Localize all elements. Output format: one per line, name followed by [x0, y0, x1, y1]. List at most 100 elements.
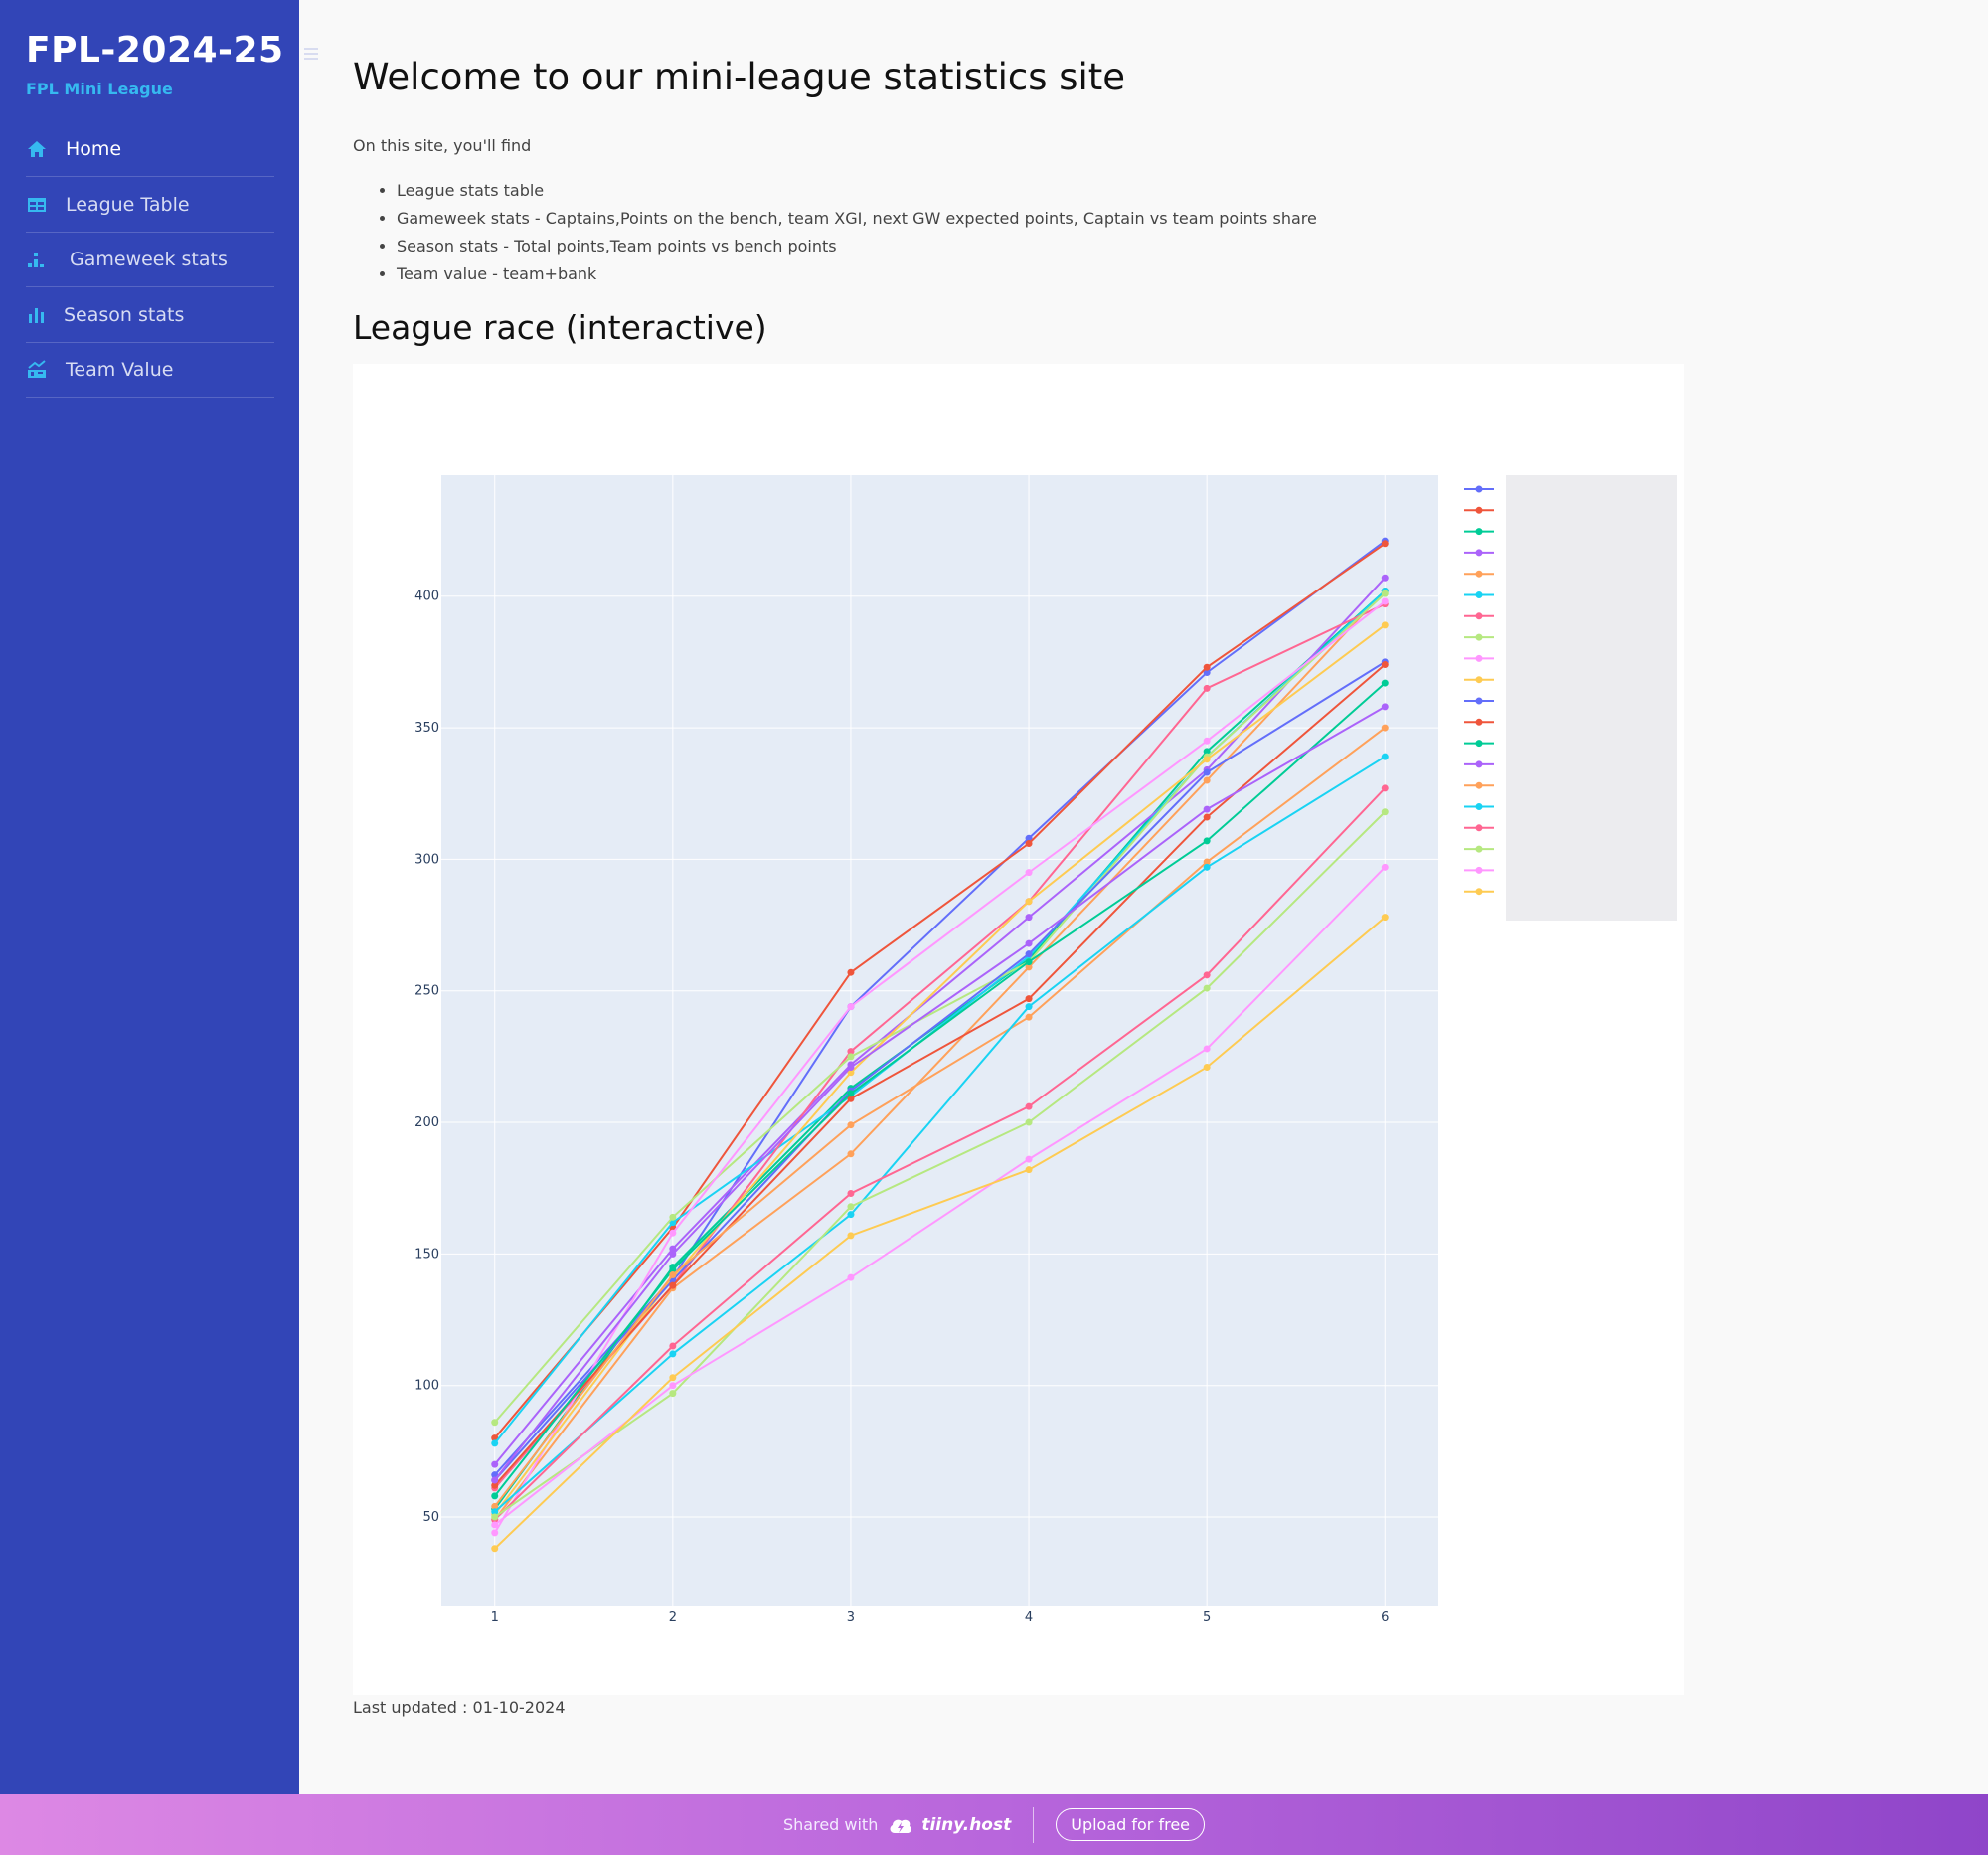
data-point[interactable] [1025, 1155, 1033, 1163]
legend-item[interactable] [1464, 781, 1494, 789]
data-point[interactable] [1203, 737, 1211, 745]
data-point[interactable] [669, 1213, 677, 1221]
data-point[interactable] [1203, 971, 1211, 979]
data-point[interactable] [1381, 784, 1389, 792]
data-point[interactable] [491, 1492, 499, 1500]
data-point[interactable] [847, 1003, 855, 1011]
data-point[interactable] [1381, 863, 1389, 871]
legend-item[interactable] [1464, 633, 1494, 641]
data-point[interactable] [1025, 950, 1033, 958]
data-point[interactable] [491, 1476, 499, 1484]
legend-item[interactable] [1464, 803, 1494, 810]
data-point[interactable] [1025, 995, 1033, 1003]
data-point[interactable] [1025, 869, 1033, 877]
legend-item[interactable] [1464, 824, 1494, 832]
data-point[interactable] [1381, 540, 1389, 548]
data-point[interactable] [1025, 1102, 1033, 1110]
data-point[interactable] [669, 1271, 677, 1279]
data-point[interactable] [1203, 1045, 1211, 1053]
data-point[interactable] [1025, 1013, 1033, 1021]
data-point[interactable] [1381, 724, 1389, 732]
data-point[interactable] [1203, 768, 1211, 776]
league-race-chart[interactable]: 50 100 150 200 250 300 350 400 1 2 3 4 5 6 [353, 364, 1684, 1695]
data-point[interactable] [669, 1390, 677, 1398]
legend-item[interactable] [1464, 697, 1494, 705]
legend-item[interactable] [1464, 654, 1494, 662]
legend-item[interactable] [1464, 612, 1494, 620]
data-point[interactable] [1203, 1063, 1211, 1071]
data-point[interactable] [491, 1439, 499, 1447]
brand-title[interactable]: FPL-2024-25 [26, 30, 284, 71]
data-point[interactable] [1203, 663, 1211, 671]
data-point[interactable] [847, 1232, 855, 1240]
data-point[interactable] [1381, 753, 1389, 760]
sidebar-item-gameweek-stats[interactable]: Gameweek stats [26, 232, 274, 287]
footer-brand[interactable]: tiiny.host [921, 1815, 1011, 1835]
legend-item[interactable] [1464, 485, 1494, 493]
data-point[interactable] [847, 1053, 855, 1061]
data-point[interactable] [1381, 597, 1389, 605]
legend[interactable] [1464, 485, 1494, 896]
data-point[interactable] [847, 1211, 855, 1219]
data-point[interactable] [1203, 684, 1211, 692]
data-point[interactable] [669, 1342, 677, 1350]
data-point[interactable] [491, 1529, 499, 1537]
legend-item[interactable] [1464, 888, 1494, 896]
data-point[interactable] [1025, 898, 1033, 906]
data-point[interactable] [1025, 840, 1033, 848]
data-point[interactable] [1203, 805, 1211, 813]
menu-toggle-icon[interactable] [304, 48, 318, 60]
data-point[interactable] [1381, 808, 1389, 816]
sidebar-item-season-stats[interactable]: Season stats [26, 287, 274, 343]
legend-item[interactable] [1464, 866, 1494, 874]
data-point[interactable] [1203, 756, 1211, 763]
data-point[interactable] [491, 1545, 499, 1553]
sidebar-item-league-table[interactable]: League Table [26, 177, 274, 233]
legend-item[interactable] [1464, 740, 1494, 748]
data-point[interactable] [669, 1374, 677, 1382]
data-point[interactable] [1381, 914, 1389, 922]
data-point[interactable] [1025, 914, 1033, 922]
data-point[interactable] [1381, 621, 1389, 629]
data-point[interactable] [1025, 1166, 1033, 1174]
legend-item[interactable] [1464, 760, 1494, 768]
data-point[interactable] [847, 1203, 855, 1211]
data-point[interactable] [1203, 984, 1211, 992]
data-point[interactable] [847, 1090, 855, 1097]
data-point[interactable] [669, 1281, 677, 1289]
data-point[interactable] [1203, 776, 1211, 784]
data-point[interactable] [847, 1189, 855, 1197]
data-point[interactable] [1381, 661, 1389, 669]
data-point[interactable] [1025, 939, 1033, 947]
data-point[interactable] [1381, 679, 1389, 687]
data-point[interactable] [1025, 1118, 1033, 1126]
data-point[interactable] [847, 968, 855, 976]
data-point[interactable] [669, 1382, 677, 1390]
data-point[interactable] [1381, 703, 1389, 711]
data-point[interactable] [669, 1229, 677, 1237]
legend-item[interactable] [1464, 549, 1494, 557]
sidebar-item-home[interactable]: Home [26, 121, 274, 177]
data-point[interactable] [1025, 958, 1033, 966]
legend-item[interactable] [1464, 570, 1494, 578]
legend-item[interactable] [1464, 676, 1494, 684]
data-point[interactable] [847, 1273, 855, 1281]
legend-item[interactable] [1464, 506, 1494, 514]
data-point[interactable] [1203, 837, 1211, 845]
data-point[interactable] [847, 1121, 855, 1129]
data-point[interactable] [1381, 574, 1389, 582]
legend-item[interactable] [1464, 591, 1494, 598]
data-point[interactable] [1203, 813, 1211, 821]
data-point[interactable] [1381, 590, 1389, 597]
data-point[interactable] [1203, 863, 1211, 871]
data-point[interactable] [491, 1460, 499, 1468]
legend-item[interactable] [1464, 845, 1494, 853]
data-point[interactable] [847, 1150, 855, 1158]
upload-button[interactable]: Upload for free [1056, 1808, 1206, 1841]
data-point[interactable] [669, 1350, 677, 1358]
legend-item[interactable] [1464, 718, 1494, 726]
data-point[interactable] [847, 1063, 855, 1071]
data-point[interactable] [491, 1521, 499, 1529]
data-point[interactable] [491, 1513, 499, 1521]
chart-card[interactable]: 50 100 150 200 250 300 350 400 1 2 3 4 5 6 [353, 364, 1684, 1695]
